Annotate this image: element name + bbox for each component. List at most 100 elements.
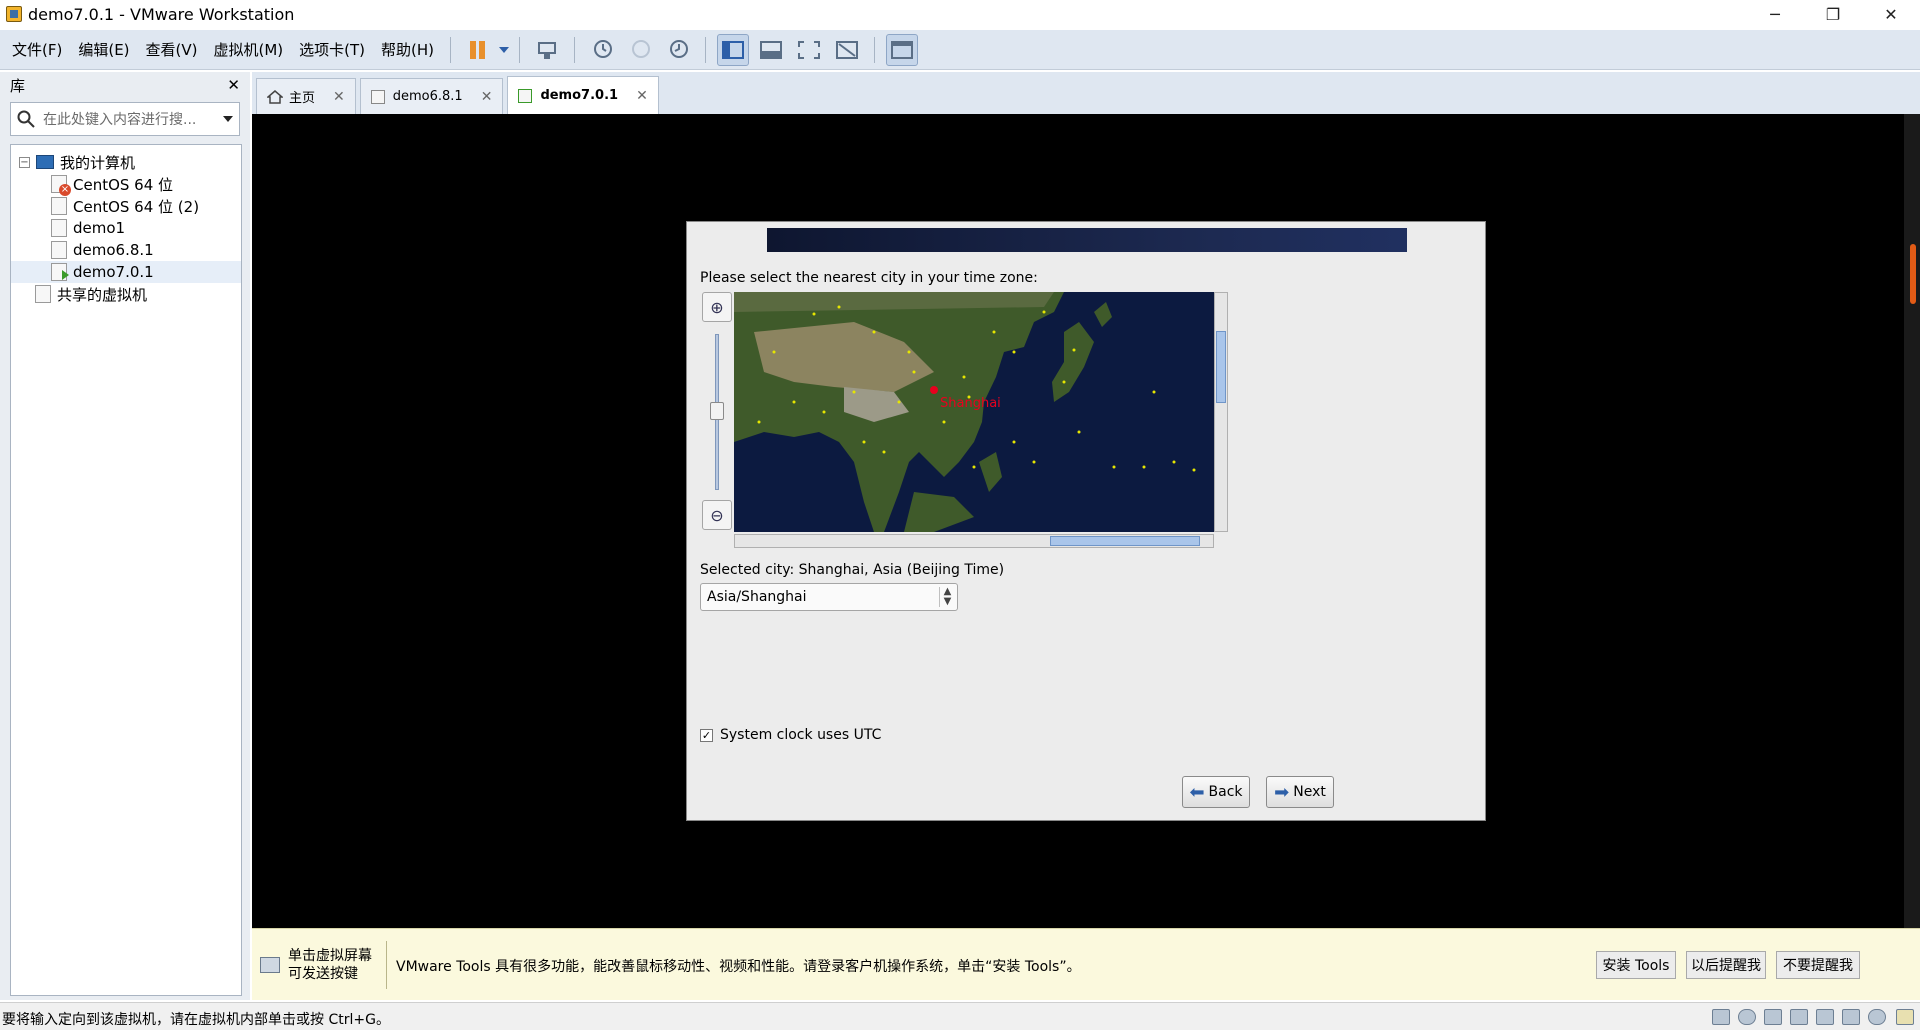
utc-label: System clock uses UTC (720, 727, 882, 743)
pause-icon[interactable] (462, 34, 494, 66)
vm-running-icon (51, 263, 69, 281)
utc-checkbox[interactable]: ✓ (700, 728, 713, 742)
display-icon[interactable] (1868, 1009, 1886, 1025)
vm-icon (51, 197, 67, 215)
library-close-icon[interactable]: ✕ (227, 76, 240, 94)
cd-dvd-icon[interactable] (1738, 1009, 1756, 1025)
search-icon (17, 110, 35, 128)
restore-button[interactable]: ❐ (1804, 0, 1862, 28)
tree-vm-centos-2[interactable]: CentOS 64 位 (2) (11, 195, 241, 217)
zoom-out-icon[interactable]: ⊖ (702, 500, 732, 530)
world-map[interactable]: Shanghai (734, 292, 1214, 532)
printer-icon[interactable] (1816, 1009, 1834, 1025)
title-bar: demo7.0.1 - VMware Workstation ─ ❐ ✕ (0, 0, 1920, 28)
tab-home[interactable]: 主页 ✕ (256, 78, 356, 114)
selected-city-label: Selected city: Shanghai, Asia (Beijing T… (700, 562, 1005, 578)
select-spinner-icon: ▲ ▼ (939, 587, 955, 607)
library-tree: − 我的计算机 CentOS 64 位 CentOS 64 位 (2) demo… (10, 144, 242, 996)
shanghai-marker[interactable] (930, 386, 938, 394)
tree-shared-vms[interactable]: 共享的虚拟机 (11, 283, 241, 305)
sound-card-icon[interactable] (1842, 1009, 1860, 1025)
timezone-select[interactable]: Asia/Shanghai ▲ ▼ (700, 583, 958, 611)
tab-close-icon[interactable]: ✕ (481, 89, 493, 105)
vmware-tools-bar: 单击虚拟屏幕 可发送按键 VMware Tools 具有很多功能，能改善鼠标移动… (252, 928, 1920, 1000)
menu-vm[interactable]: 虚拟机(M) (206, 38, 292, 62)
collapse-icon[interactable]: − (19, 156, 30, 168)
zoom-slider-thumb[interactable] (710, 402, 724, 420)
power-dropdown-icon[interactable] (497, 46, 511, 53)
utc-checkbox-row[interactable]: ✓ System clock uses UTC (700, 727, 881, 743)
status-bar: 要将输入定向到该虚拟机，请在虚拟机内部单击或按 Ctrl+G。 (0, 1002, 1920, 1030)
search-dropdown-icon[interactable] (223, 116, 233, 122)
install-tools-button[interactable]: 安装 Tools (1596, 951, 1676, 979)
toolbar-separator (450, 36, 452, 63)
home-icon (267, 89, 283, 104)
vm-running-icon (518, 88, 533, 103)
tree-vm-centos[interactable]: CentOS 64 位 (11, 173, 241, 196)
tab-close-icon[interactable]: ✕ (333, 89, 345, 105)
revert-snapshot-icon[interactable] (624, 34, 656, 66)
vmware-app-icon (6, 6, 22, 22)
next-button[interactable]: ➡ Next (1266, 776, 1334, 808)
menu-help[interactable]: 帮助(H) (373, 38, 442, 62)
shanghai-map-label: Shanghai (940, 396, 1001, 411)
console-view-icon[interactable] (886, 33, 919, 66)
network-adapter-icon[interactable] (1764, 1009, 1782, 1025)
zoom-in-icon[interactable]: ⊕ (702, 292, 732, 322)
tree-vm-demo1[interactable]: demo1 (11, 217, 241, 239)
timezone-prompt: Please select the nearest city in your t… (700, 270, 1038, 286)
tab-demo701[interactable]: demo7.0.1 ✕ (507, 76, 659, 114)
show-library-icon[interactable] (717, 33, 750, 66)
unity-icon[interactable] (831, 34, 863, 66)
remind-later-button[interactable]: 以后提醒我 (1686, 951, 1766, 979)
tab-demo681[interactable]: demo6.8.1 ✕ (359, 78, 504, 114)
library-pane: 库 ✕ 在此处键入内容进行搜... − 我的计算机 CentOS 64 位 Ce… (0, 72, 250, 1000)
map-vscroll-thumb[interactable] (1216, 331, 1226, 403)
tree-vm-demo701[interactable]: demo7.0.1 (11, 261, 241, 283)
full-screen-icon[interactable] (793, 34, 825, 66)
menu-edit[interactable]: 编辑(E) (70, 38, 137, 62)
map-hscroll-thumb[interactable] (1050, 536, 1200, 546)
tab-close-icon[interactable]: ✕ (636, 88, 648, 104)
library-search[interactable]: 在此处键入内容进行搜... (10, 102, 240, 136)
status-text: 要将输入定向到该虚拟机，请在虚拟机内部单击或按 Ctrl+G。 (2, 1012, 390, 1028)
snapshot-icon[interactable] (586, 34, 618, 66)
map-horizontal-scrollbar[interactable] (734, 534, 1214, 548)
back-arrow-icon: ⬅ (1189, 781, 1205, 803)
never-remind-button[interactable]: 不要提醒我 (1776, 951, 1860, 979)
vm-error-icon (51, 175, 71, 196)
menu-file[interactable]: 文件(F) (4, 38, 70, 62)
usb-controller-icon[interactable] (1790, 1009, 1808, 1025)
search-input[interactable]: 在此处键入内容进行搜... (43, 109, 223, 129)
keyboard-hint-icon (260, 957, 280, 973)
installer-timezone-dialog: Please select the nearest city in your t… (686, 221, 1486, 821)
menu-view[interactable]: 查看(V) (138, 38, 206, 62)
computer-icon (36, 155, 54, 169)
shared-vm-icon (35, 285, 51, 303)
vm-icon (51, 241, 67, 259)
message-log-icon[interactable] (1896, 1009, 1914, 1025)
send-ctrl-alt-del-icon[interactable] (531, 34, 563, 66)
library-title: 库 (10, 76, 26, 95)
show-thumbnail-bar-icon[interactable] (755, 34, 787, 66)
menu-toolbar: 文件(F) 编辑(E) 查看(V) 虚拟机(M) 选项卡(T) 帮助(H) (0, 30, 1920, 70)
hard-disk-icon[interactable] (1712, 1009, 1730, 1025)
tree-my-computer[interactable]: − 我的计算机 (11, 151, 241, 173)
vm-icon (51, 219, 67, 237)
vm-console[interactable]: Please select the nearest city in your t… (252, 114, 1920, 928)
minimize-button[interactable]: ─ (1746, 0, 1804, 28)
close-button[interactable]: ✕ (1862, 0, 1920, 28)
installer-banner (767, 228, 1407, 252)
vm-icon (370, 89, 385, 104)
click-to-send-keys-hint: 单击虚拟屏幕 可发送按键 (288, 948, 372, 982)
snapshot-manager-icon[interactable] (662, 34, 694, 66)
timezone-map-widget: ⊕ ⊖ Shanghai (700, 292, 1240, 550)
map-vertical-scrollbar[interactable] (1214, 292, 1228, 532)
right-edge-scrollbar (1904, 114, 1920, 928)
tab-bar: 主页 ✕ demo6.8.1 ✕ demo7.0.1 ✕ (252, 72, 1920, 114)
menu-tabs[interactable]: 选项卡(T) (291, 38, 373, 62)
tools-message: VMware Tools 具有很多功能，能改善鼠标移动性、视频和性能。请登录客户… (396, 959, 1081, 975)
back-button[interactable]: ⬅ Back (1182, 776, 1250, 808)
next-arrow-icon: ➡ (1274, 781, 1290, 803)
tree-vm-demo681[interactable]: demo6.8.1 (11, 239, 241, 261)
